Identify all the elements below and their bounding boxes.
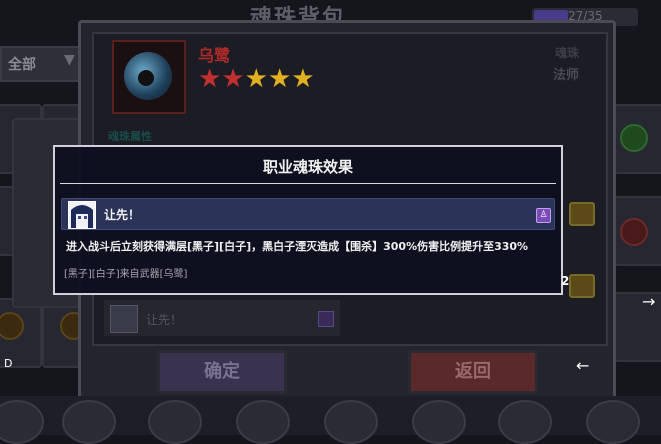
skill-row-label: 让先！ — [146, 313, 183, 327]
soul-orb-core — [138, 70, 154, 86]
star-rating: ★★★★★ — [198, 66, 315, 92]
skill-description: 进入战斗后立刻获得满层[黑子][白子]，黑白子湮灭造成【围杀】300%伤害比例提… — [66, 240, 529, 253]
skill-row-background — [104, 300, 340, 336]
class-badge-icon: ♙ — [536, 208, 551, 223]
star-icon: ★ — [267, 64, 292, 94]
star-icon: ★ — [198, 64, 222, 94]
equipment-slot[interactable] — [412, 400, 466, 444]
equipment-slot[interactable] — [324, 400, 378, 444]
key-hint-d: D — [4, 357, 13, 370]
back-button[interactable]: 返回 — [408, 350, 538, 394]
lock-icon[interactable] — [569, 202, 595, 226]
soul-orb-icon — [620, 124, 648, 152]
left-arrow-icon[interactable]: ← — [576, 356, 589, 375]
skill-source: [黑子][白子]来自武器[乌鹭] — [64, 269, 188, 280]
divider — [60, 183, 556, 184]
soul-type: 魂珠 — [555, 46, 580, 60]
skill-name: 让先！ — [104, 208, 141, 222]
confirm-button[interactable]: 确定 — [157, 350, 287, 394]
soul-class: 法师 — [553, 68, 580, 83]
equipment-slot[interactable] — [586, 400, 640, 444]
soul-orb-icon — [620, 218, 648, 246]
star-icon: ★ — [244, 64, 268, 94]
right-arrow-icon[interactable]: → — [642, 292, 655, 311]
dialog-title: 职业魂珠效果 — [262, 158, 353, 176]
soul-name: 乌鹭 — [198, 46, 231, 65]
equipment-slot[interactable] — [62, 400, 116, 444]
filter-label: 全部 — [8, 57, 36, 73]
page-number: 2 — [561, 274, 570, 288]
skill-avatar — [110, 305, 138, 333]
chevron-down-icon: ▼ — [64, 52, 75, 68]
equipment-slot[interactable] — [0, 400, 44, 444]
star-icon: ★ — [221, 64, 245, 94]
character-avatar — [68, 201, 96, 229]
equipment-slot[interactable] — [148, 400, 202, 444]
star-icon: ★ — [291, 64, 315, 94]
lock-icon[interactable] — [569, 274, 595, 298]
class-badge-icon — [318, 311, 334, 327]
equipment-slot[interactable] — [236, 400, 290, 444]
attributes-title: 魂珠属性 — [108, 130, 152, 143]
equipment-slot[interactable] — [498, 400, 552, 444]
